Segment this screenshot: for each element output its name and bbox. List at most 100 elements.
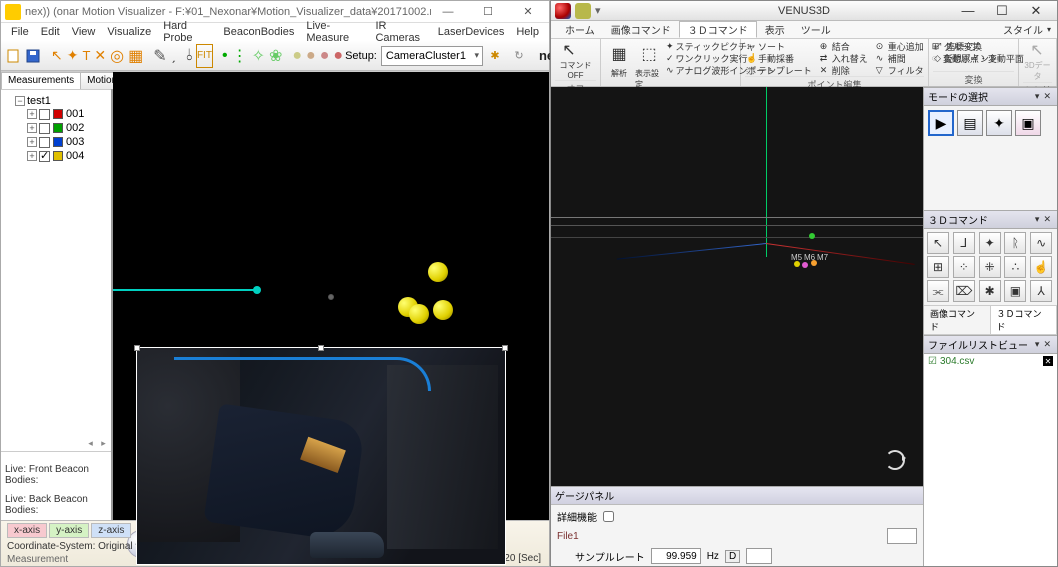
delete-button[interactable]: ✕削除	[819, 64, 869, 76]
viewport-3d-right[interactable]: M5 M6 M7	[551, 87, 923, 486]
panel-pin-icon[interactable]: ▾	[1033, 339, 1042, 350]
tool-body-icon[interactable]: T	[81, 44, 91, 68]
display-settings-button[interactable]: ⬚	[635, 40, 663, 68]
expand-icon[interactable]: +	[27, 109, 37, 119]
tab-measurements[interactable]: Measurements	[1, 72, 81, 89]
file-item[interactable]: ☑ 304.csv	[928, 356, 1043, 367]
detail-checkbox[interactable]	[603, 511, 614, 522]
swap-button[interactable]: ⇄入れ替え	[819, 52, 869, 64]
kaiseki-button[interactable]: ▦	[605, 40, 633, 68]
expand-icon[interactable]: +	[27, 151, 37, 161]
cmd-link-button[interactable]: ⅃	[953, 232, 975, 254]
menu-edit[interactable]: Edit	[35, 26, 66, 38]
mode-play-button[interactable]: ▶	[928, 110, 954, 136]
pager-next-icon[interactable]: ▸	[98, 438, 109, 449]
tree-item-002[interactable]: +002	[27, 121, 109, 135]
cmd-wave-button[interactable]: ∿	[1030, 232, 1052, 254]
maximize-button[interactable]: ☐	[471, 3, 505, 21]
checkbox[interactable]	[39, 109, 50, 120]
menu-help[interactable]: Help	[510, 26, 545, 38]
tool-ball1-icon[interactable]: ●	[291, 44, 303, 68]
swap-3d-button[interactable]: ↖	[1023, 40, 1051, 60]
panel-close-icon[interactable]: ✕	[1041, 91, 1053, 102]
pager-prev-icon[interactable]: ◂	[85, 438, 96, 449]
resize-handle-n[interactable]	[318, 345, 324, 351]
menu-laser[interactable]: LaserDevices	[432, 26, 511, 38]
close-button[interactable]: ✕	[511, 3, 545, 21]
merge-button[interactable]: ⊕結合	[819, 40, 869, 52]
d-field[interactable]	[746, 548, 772, 564]
sample-rate-field[interactable]	[651, 548, 701, 564]
tool-ball4-icon[interactable]: ●	[332, 44, 344, 68]
checkbox[interactable]	[39, 151, 50, 162]
oneclick-button[interactable]: ✓ワンクリック実行	[665, 52, 747, 64]
expand-icon[interactable]: +	[27, 123, 37, 133]
cmd-dots-button[interactable]: ⁘	[953, 256, 975, 278]
tool-brush-icon[interactable]: ˏ	[170, 44, 177, 68]
cmd-chain-button[interactable]: ⫘	[927, 280, 949, 302]
tool-pen-icon[interactable]: ✎	[152, 44, 167, 68]
menu-beacon[interactable]: BeaconBodies	[217, 26, 300, 38]
tree-item-004[interactable]: +004	[27, 149, 109, 163]
mode-image-button[interactable]: ▣	[1015, 110, 1041, 136]
menu-file[interactable]: File	[5, 26, 35, 38]
tool-new-icon[interactable]	[4, 44, 22, 68]
tool-target-icon[interactable]: ◎	[109, 44, 125, 68]
stick-picture-button[interactable]: ✦スティックピクチャ	[665, 40, 747, 52]
tool-probe-icon[interactable]: ⫰	[185, 44, 194, 68]
manual-num-button[interactable]: ☝手動採番	[745, 52, 813, 64]
menu-display[interactable]: 表示	[757, 22, 793, 37]
tool-dot2-icon[interactable]: ⋮	[231, 44, 249, 68]
mode-graph-button[interactable]: ▤	[957, 110, 983, 136]
axis-z-button[interactable]: z-axis	[91, 523, 131, 538]
menu-view[interactable]: View	[66, 26, 102, 38]
tool-grid-icon[interactable]: ▦	[127, 44, 144, 68]
cmd-del-button[interactable]: ⌦	[953, 280, 975, 302]
file-field[interactable]	[887, 528, 917, 544]
tree-root[interactable]: −test1 +001 +002 +003 +004	[15, 94, 109, 164]
style-dropdown-icon[interactable]: ▾	[1047, 25, 1051, 34]
cmd-square-button[interactable]: ▣	[1004, 280, 1026, 302]
tool-ball3-icon[interactable]: ●	[319, 44, 331, 68]
cmd-person-button[interactable]: ✦	[979, 232, 1001, 254]
menu-image-cmd[interactable]: 画像コマンド	[603, 22, 679, 37]
minimize-button[interactable]: —	[431, 3, 465, 21]
cmd-groupdots-button[interactable]: ⁜	[979, 256, 1001, 278]
cmd-cursor-button[interactable]: ↖	[927, 232, 949, 254]
cmd-run-button[interactable]: ᚱ	[1004, 232, 1026, 254]
close-button[interactable]: ✕	[1019, 2, 1053, 20]
maximize-button[interactable]: ☐	[985, 2, 1019, 20]
minimize-button[interactable]: —	[951, 2, 985, 20]
cmd-off-button[interactable]: ↖	[555, 40, 583, 60]
tool-leaf-icon[interactable]: ❀	[268, 44, 283, 68]
cmd-track-button[interactable]: ∴	[1004, 256, 1026, 278]
list-close-icon[interactable]: ✕	[1043, 356, 1053, 366]
menu-tool[interactable]: ツール	[793, 22, 839, 37]
expand-icon[interactable]: +	[27, 137, 37, 147]
menu-visualize[interactable]: Visualize	[101, 26, 157, 38]
style-label[interactable]: スタイル	[1003, 22, 1043, 37]
coord-transform-button[interactable]: ⤢座標変換	[933, 40, 1014, 52]
menu-home[interactable]: ホーム	[557, 22, 603, 37]
tool-person-icon[interactable]: ✦	[66, 44, 80, 68]
checkbox[interactable]	[39, 123, 50, 134]
tool-cross-icon[interactable]: ✕	[93, 44, 107, 68]
d-button[interactable]: D	[725, 550, 740, 563]
panel-pin-icon[interactable]: ▾	[1033, 214, 1042, 225]
tool-cursor-icon[interactable]: ↖	[50, 44, 64, 68]
filter-button[interactable]: ▽フィルタ	[875, 64, 925, 76]
tool-sparkle-icon[interactable]: ✧	[251, 44, 266, 68]
analog-import-button[interactable]: ∿アナログ波形インポート	[665, 64, 747, 76]
tool-save-icon[interactable]	[24, 44, 42, 68]
tool-dot1-icon[interactable]: •	[221, 44, 229, 68]
tool-fit-button[interactable]: FIT	[196, 44, 213, 68]
axis-y-button[interactable]: y-axis	[49, 523, 89, 538]
cmd-grid-button[interactable]: ⊞	[927, 256, 949, 278]
tool-ball2-icon[interactable]: ●	[305, 44, 317, 68]
dropdown-icon[interactable]: ▾	[595, 3, 605, 19]
cmd-tree-button[interactable]: ⅄	[1030, 280, 1052, 302]
subtab-3d[interactable]: ３Ｄコマンド	[991, 306, 1058, 334]
tree-item-003[interactable]: +003	[27, 135, 109, 149]
sort-button[interactable]: ↕ソート	[745, 40, 813, 52]
axis-x-button[interactable]: x-axis	[7, 523, 47, 538]
